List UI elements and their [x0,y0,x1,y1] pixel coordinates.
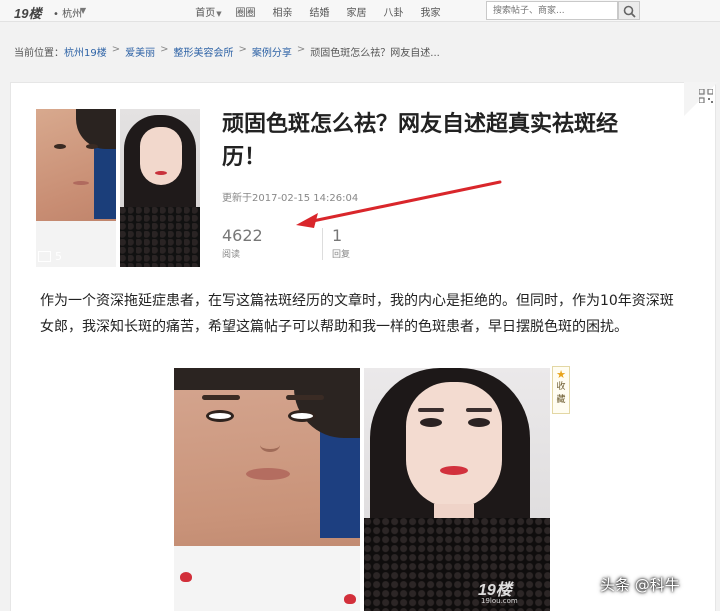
breadcrumb-prefix: 当前位置： [14,48,64,59]
post-thumbnail-before[interactable] [36,109,116,267]
breadcrumb-item-clinic[interactable]: 整形美容会所 [174,44,234,59]
post-thumbnail-after[interactable] [120,109,200,267]
breadcrumb-item-site[interactable]: 杭州19楼 [64,44,107,59]
replies-label: 回复 [332,250,351,260]
nav-item-quanquan[interactable]: 圈圈 [227,4,264,19]
toutiao-watermark: 头条 @科牛 [600,576,680,594]
nav-item-wojia[interactable]: 我家 [412,4,449,19]
breadcrumb-item-beauty[interactable]: 爱美丽 [125,44,155,59]
image-gallery-icon [38,251,51,262]
collect-label-2: 藏 [556,395,566,405]
breadcrumb-separator: > [238,44,247,55]
top-nav-bar: 19楼 • 杭州 ▼ 首页▼ 圈圈 相亲 结婚 家居 八卦 我家 [0,0,720,22]
breadcrumb: 当前位置： 杭州19楼 > 爱美丽 > 整形美容会所 > 案例分享 > 顽固色斑… [14,44,440,59]
breadcrumb-separator: > [111,44,121,55]
views-stat: 4622 阅读 [222,226,263,260]
stat-divider [322,228,323,260]
nav-item-bagua[interactable]: 八卦 [375,4,412,19]
search-button[interactable] [618,1,640,20]
main-nav: 首页▼ 圈圈 相亲 结婚 家居 八卦 我家 [190,4,449,19]
breadcrumb-item-current: 顽固色斑怎么祛？网友自述... [310,48,440,59]
nav-item-jiaju[interactable]: 家居 [338,4,375,19]
post-body-text: 作为一个资深拖延症患者，在写这篇祛斑经历的文章时，我的内心是拒绝的。但同时，作为… [40,293,674,335]
city-selector-label[interactable]: • 杭州 [53,5,82,20]
site-logo[interactable]: 19楼 [14,3,41,22]
search-icon [623,5,636,18]
nav-item-xiangqin[interactable]: 相亲 [264,4,301,19]
breadcrumb-separator: > [160,44,169,55]
post-photo-before[interactable] [174,368,360,611]
post-title: 顽固色斑怎么祛？网友自述超真实祛斑经历！ [222,112,619,170]
qr-code-icon [699,89,713,103]
search-input[interactable] [486,1,618,20]
red-arrow-annotation [296,180,502,228]
image-count-badge: 5 [38,250,62,263]
post-photo-after[interactable] [364,368,550,611]
site-watermark-domain: 19lou.com [481,597,518,605]
qr-code-corner[interactable] [684,82,718,116]
nav-item-home[interactable]: 首页▼ [190,4,227,19]
chevron-down-icon: ▼ [216,10,222,18]
collect-label-1: 收 [556,382,566,392]
city-caret-icon[interactable]: ▼ [80,6,86,15]
views-count: 4622 [222,226,263,245]
star-icon: ★ [556,368,566,381]
replies-stat[interactable]: 1 回复 [332,226,350,260]
views-label: 阅读 [222,250,241,260]
image-count: 5 [55,250,62,263]
breadcrumb-item-cases[interactable]: 案例分享 [252,44,292,59]
nav-item-jiehun[interactable]: 结婚 [301,4,338,19]
collect-button[interactable]: ★ 收 藏 [552,366,570,414]
breadcrumb-separator: > [296,44,306,55]
